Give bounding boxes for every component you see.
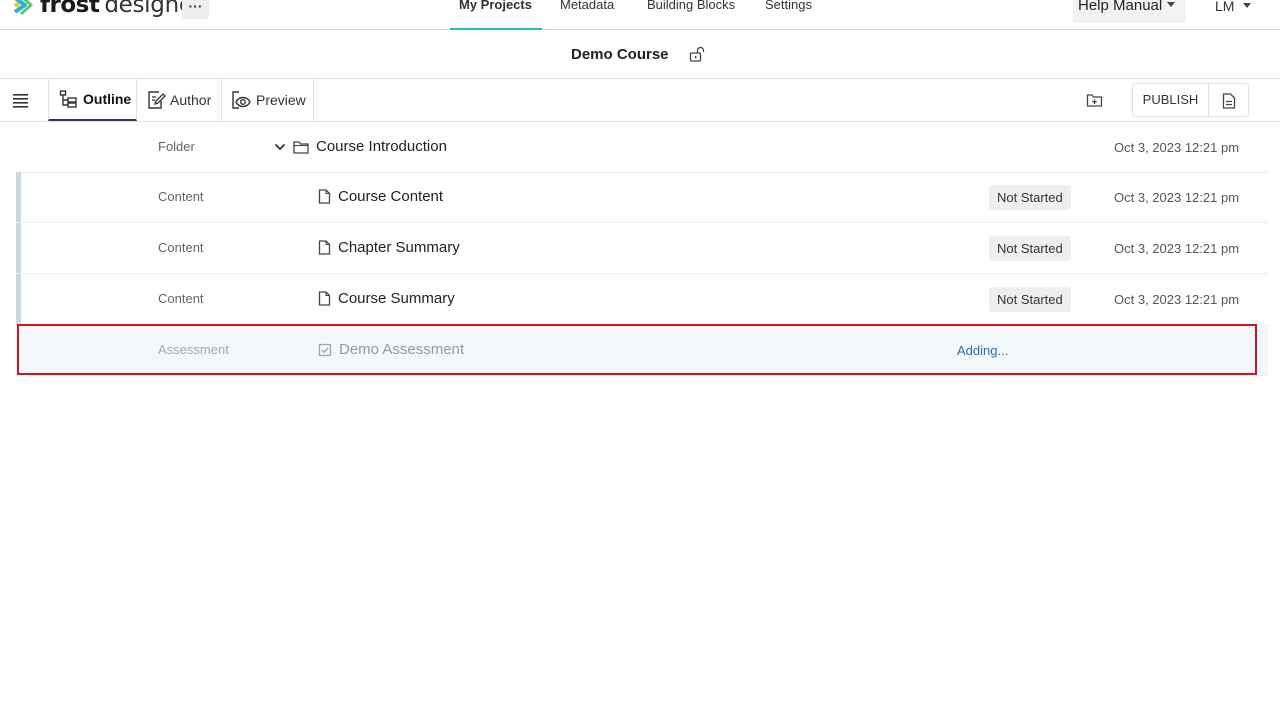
page-icon <box>318 240 331 255</box>
nav-metadata[interactable]: Metadata <box>560 0 614 30</box>
row-date: Oct 3, 2023 12:21 pm <box>1114 292 1240 307</box>
logo-text-frost: frost <box>40 0 100 18</box>
outline-tree-icon <box>59 90 77 108</box>
row-title[interactable]: Course Summary <box>318 290 455 307</box>
outline-row-content[interactable]: Content Course Content Not Started Oct 3… <box>16 172 1268 223</box>
tab-outline[interactable]: Outline <box>48 79 137 121</box>
page-icon <box>318 189 331 204</box>
row-indent-bar <box>16 172 21 222</box>
document-icon <box>1222 93 1236 109</box>
outline-row-assessment-adding[interactable]: Assessment Demo Assessment Adding... <box>16 325 1268 376</box>
row-indent-bar <box>16 274 21 324</box>
course-title: Demo Course <box>571 46 669 63</box>
tab-outline-label: Outline <box>83 91 132 107</box>
adding-status-text: Adding... <box>957 343 1009 358</box>
frost-logo-mark-icon <box>13 0 33 16</box>
row-type: Folder <box>158 139 195 154</box>
row-type: Assessment <box>158 342 229 357</box>
row-title-text: Course Introduction <box>316 138 447 155</box>
help-manual-dropdown[interactable]: Help Manual <box>1073 0 1186 23</box>
row-date: Oct 3, 2023 12:21 pm <box>1114 190 1240 205</box>
more-menu-button[interactable]: ··· <box>182 0 209 19</box>
author-edit-icon <box>148 91 166 109</box>
nav-building-blocks[interactable]: Building Blocks <box>647 0 735 30</box>
row-title[interactable]: Demo Assessment <box>318 341 464 358</box>
row-date: Oct 3, 2023 12:21 pm <box>1114 140 1240 155</box>
row-type: Content <box>158 189 204 204</box>
chevron-down-icon[interactable] <box>274 142 286 152</box>
row-title[interactable]: Chapter Summary <box>318 239 460 256</box>
tab-preview[interactable]: Preview <box>222 79 314 121</box>
row-type: Content <box>158 291 204 306</box>
assessment-check-icon <box>318 343 332 356</box>
editor-toolbar: Outline Author Preview PUBLISH <box>0 79 1280 122</box>
row-title-text: Chapter Summary <box>338 239 460 256</box>
document-export-button[interactable] <box>1208 83 1249 117</box>
row-title-text: Course Content <box>338 188 444 205</box>
frost-designer-logo[interactable]: frost designer <box>12 0 202 19</box>
outline-row-content[interactable]: Content Course Summary Not Started Oct 3… <box>16 274 1268 325</box>
row-title[interactable]: Course Content <box>318 188 443 205</box>
folder-icon <box>293 140 309 154</box>
row-indent-bar <box>16 223 21 273</box>
tab-preview-label: Preview <box>256 92 306 108</box>
row-date: Oct 3, 2023 12:21 pm <box>1114 241 1240 256</box>
nav-settings[interactable]: Settings <box>765 0 812 30</box>
add-folder-icon[interactable] <box>1086 92 1103 108</box>
course-title-bar: Demo Course <box>0 31 1280 79</box>
caret-down-icon <box>1243 3 1252 9</box>
row-type: Content <box>158 240 204 255</box>
outline-row-folder[interactable]: Folder Course Introduction Oct 3, 2023 1… <box>16 122 1268 173</box>
page-icon <box>318 291 331 306</box>
user-initials: LM <box>1215 0 1235 14</box>
hamburger-menu-icon[interactable] <box>12 92 30 108</box>
preview-eye-icon <box>232 91 251 109</box>
top-navbar: frost designer ··· My Projects Metadata … <box>0 0 1280 30</box>
user-menu-dropdown[interactable]: LM <box>1215 0 1252 18</box>
status-badge: Not Started <box>989 236 1071 261</box>
tab-author-label: Author <box>170 92 212 108</box>
outline-row-content[interactable]: Content Chapter Summary Not Started Oct … <box>16 223 1268 274</box>
row-title-text: Demo Assessment <box>339 341 465 358</box>
nav-my-projects[interactable]: My Projects <box>450 0 542 30</box>
row-title[interactable]: Course Introduction <box>274 138 447 155</box>
status-badge: Not Started <box>989 287 1071 312</box>
tab-author[interactable]: Author <box>137 79 222 121</box>
status-badge: Not Started <box>989 185 1071 210</box>
unlock-icon[interactable] <box>689 46 705 62</box>
publish-button[interactable]: PUBLISH <box>1132 83 1209 117</box>
row-title-text: Course Summary <box>338 290 455 307</box>
caret-down-icon <box>1167 2 1176 8</box>
help-manual-label: Help Manual <box>1078 0 1163 14</box>
